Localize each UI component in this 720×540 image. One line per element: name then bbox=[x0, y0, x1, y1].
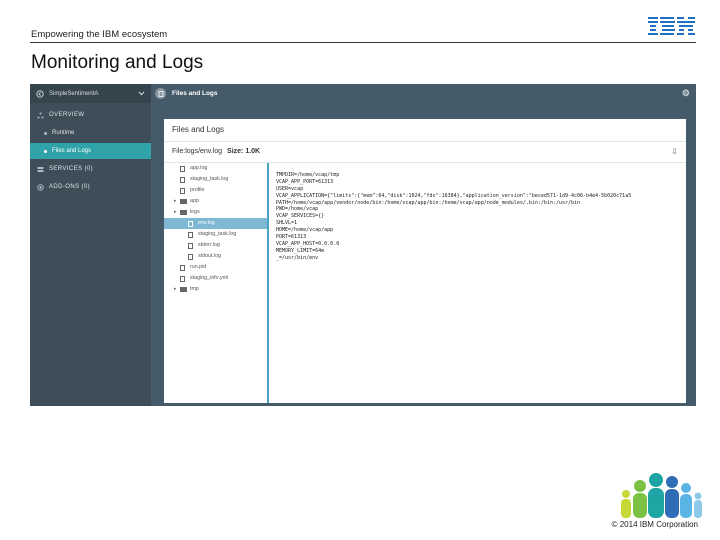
app-name: SimpleSentimentA bbox=[49, 90, 99, 97]
overview-icon bbox=[37, 112, 44, 118]
log-line: VCAP_APPLICATION={"limits":{"mem":64,"di… bbox=[276, 192, 632, 199]
file-icon bbox=[180, 275, 185, 282]
app-screenshot: SimpleSentimentA OVERVIEW Runtime Files … bbox=[30, 84, 696, 406]
tree-item[interactable]: app.log bbox=[164, 163, 267, 174]
bullet-icon bbox=[44, 131, 47, 135]
services-icon bbox=[37, 166, 44, 172]
app-sidebar: SimpleSentimentA OVERVIEW Runtime Files … bbox=[30, 84, 151, 406]
tree-item[interactable]: staging_task.log bbox=[164, 174, 267, 185]
folder-icon bbox=[180, 210, 187, 215]
topbar-title: Files and Logs bbox=[172, 90, 218, 97]
file-path: File:logs/env.log bbox=[172, 148, 223, 155]
log-line: USER=vcap bbox=[276, 185, 304, 192]
chevron-right-icon[interactable]: ▸ bbox=[174, 198, 177, 204]
tree-item[interactable]: ▸ app bbox=[164, 196, 267, 207]
sidebar-services[interactable]: SERVICES (0) bbox=[30, 161, 151, 177]
bullet-icon bbox=[44, 149, 47, 153]
addons-icon bbox=[37, 183, 44, 191]
tree-item[interactable]: stderr.log bbox=[164, 240, 267, 251]
tree-item-label: staging_task.log bbox=[190, 176, 229, 182]
slide-header-text: Empowering the IBM ecosystem bbox=[31, 29, 168, 40]
slide-title: Monitoring and Logs bbox=[31, 52, 204, 73]
tree-item-label: logs bbox=[190, 209, 200, 215]
tree-item-label: profile bbox=[190, 187, 205, 193]
tree-item[interactable]: staging_task.log bbox=[164, 229, 267, 240]
log-line: PWD=/home/vcap bbox=[276, 206, 319, 213]
chevron-right-icon[interactable]: ▸ bbox=[174, 286, 177, 292]
tree-item-label: app.log bbox=[190, 165, 208, 171]
sidebar-addons-label: ADD-ONS (0) bbox=[49, 184, 91, 190]
panel-title: Files and Logs bbox=[164, 119, 686, 142]
tree-item[interactable]: stdout.log bbox=[164, 251, 267, 262]
tree-item[interactable]: staging_info.yml bbox=[164, 273, 267, 284]
tree-item[interactable]: ▸ tmp bbox=[164, 284, 267, 295]
tree-item-label: stdout.log bbox=[198, 253, 221, 259]
tree-item-label: run.pid bbox=[190, 264, 207, 270]
file-tree: app.log staging_task.log profile ▸ app ▸ logs e… bbox=[164, 163, 269, 403]
ibm-people-graphic bbox=[621, 473, 702, 518]
file-path-bar: File:logs/env.log Size: 1.0K ⇩ bbox=[164, 142, 686, 163]
file-icon bbox=[180, 187, 185, 194]
chevron-right-icon[interactable]: ▸ bbox=[174, 209, 177, 215]
header-divider bbox=[30, 42, 696, 43]
log-line: VCAP_SERVICES={} bbox=[276, 213, 325, 220]
sidebar-services-label: SERVICES (0) bbox=[49, 166, 94, 172]
tree-item-label: tmp bbox=[190, 286, 199, 292]
tree-item-label: stderr.log bbox=[198, 242, 220, 248]
file-icon bbox=[180, 176, 185, 183]
tree-item-label: env.log bbox=[198, 220, 215, 226]
log-line: _=/usr/bin/env bbox=[276, 254, 319, 261]
sidebar-item-runtime[interactable]: Runtime bbox=[30, 125, 151, 141]
log-content: TMPDIR=/home/vcap/tmp VCAP_APP_PORT=61313… bbox=[276, 172, 681, 262]
file-icon bbox=[188, 242, 193, 249]
chevron-down-icon[interactable] bbox=[138, 90, 145, 97]
sidebar-item-files-and-logs[interactable]: Files and Logs bbox=[30, 143, 151, 159]
app-topbar: Files and Logs ⚙ bbox=[151, 84, 696, 103]
log-line: SHLVL=1 bbox=[276, 220, 298, 227]
sidebar-item-label: Files and Logs bbox=[52, 148, 92, 154]
file-icon bbox=[188, 253, 193, 260]
folder-icon bbox=[180, 287, 187, 292]
folder-icon bbox=[180, 199, 187, 204]
tree-item[interactable]: run.pid bbox=[164, 262, 267, 273]
copyright-text: © 2014 IBM Corporation bbox=[611, 520, 698, 529]
app-switcher[interactable]: SimpleSentimentA bbox=[30, 84, 151, 103]
log-line: VCAP_APP_HOST=0.0.0.0 bbox=[276, 240, 340, 247]
file-icon bbox=[180, 264, 185, 271]
file-icon bbox=[180, 165, 185, 172]
tree-item[interactable]: ▸ logs bbox=[164, 207, 267, 218]
log-line: HOME=/home/vcap/app bbox=[276, 227, 334, 234]
files-panel: Files and Logs File:logs/env.log Size: 1… bbox=[164, 119, 686, 403]
sidebar-overview-label: OVERVIEW bbox=[49, 112, 85, 118]
tree-item[interactable]: env.log bbox=[164, 218, 267, 229]
tree-item-label: staging_info.yml bbox=[190, 275, 229, 281]
tree-item-label: app bbox=[190, 198, 199, 204]
files-logs-icon bbox=[155, 88, 166, 99]
file-icon bbox=[188, 231, 193, 238]
file-icon bbox=[188, 220, 193, 227]
back-icon[interactable] bbox=[36, 89, 44, 98]
gear-icon[interactable]: ⚙ bbox=[682, 89, 690, 98]
ibm-logo bbox=[648, 17, 695, 35]
log-line: PATH=/home/vcap/app/vendor/node/bin:/hom… bbox=[276, 199, 581, 206]
sidebar-item-label: Runtime bbox=[52, 130, 75, 136]
log-line: MEMORY_LIMIT=64m bbox=[276, 247, 325, 254]
log-line: PORT=61313 bbox=[276, 234, 307, 241]
log-line: TMPDIR=/home/vcap/tmp bbox=[276, 172, 340, 178]
sidebar-addons[interactable]: ADD-ONS (0) bbox=[30, 179, 151, 195]
sidebar-overview[interactable]: OVERVIEW bbox=[30, 107, 151, 123]
log-line: VCAP_APP_PORT=61313 bbox=[276, 178, 334, 185]
file-size: Size: 1.0K bbox=[227, 148, 261, 155]
download-icon[interactable]: ⇩ bbox=[671, 142, 678, 162]
tree-item[interactable]: profile bbox=[164, 185, 267, 196]
tree-item-label: staging_task.log bbox=[198, 231, 237, 237]
